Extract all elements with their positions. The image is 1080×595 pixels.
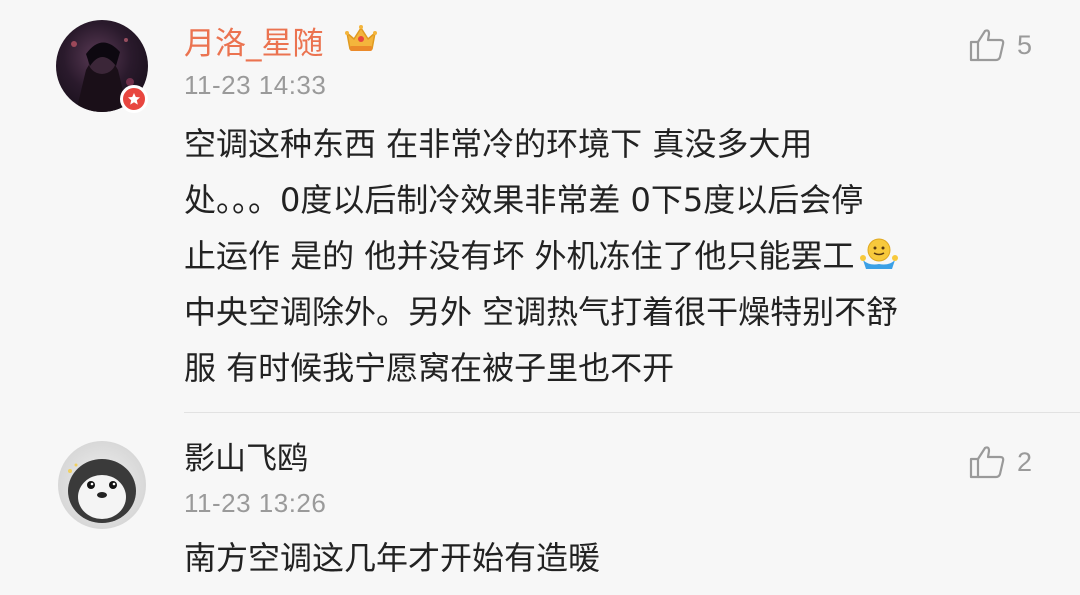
comment-text: 南方空调这几年才开始有造暖 (184, 530, 1014, 586)
comment-text-line: 服 有时候我宁愿窝在被子里也不开 (184, 349, 675, 387)
like-button[interactable]: 5 (969, 28, 1032, 62)
crown-vip-icon (345, 25, 377, 51)
penguin-avatar-image (68, 459, 136, 523)
thumbs-up-icon (969, 29, 1005, 62)
username[interactable]: 月洛_星随 (184, 24, 324, 64)
comment-text-line: 止运作 是的 他并没有坏 外机冻住了他只能罢工 (184, 228, 1014, 284)
thumbs-up-icon (969, 446, 1005, 479)
like-count: 5 (1016, 29, 1032, 60)
username[interactable]: 影山飞鸥 (184, 439, 308, 479)
comment-item: 月洛_星随 11-23 14:33 5 空调这种东西 在非常冷的环境下 真没多大… (0, 0, 1080, 412)
comment-item: 影山飞鸥 11-23 13:26 2 南方空调这几年才开始有造暖 (0, 413, 1080, 595)
comment-timestamp: 11-23 13:26 (184, 488, 327, 518)
verified-badge-icon (120, 85, 148, 113)
comment-text-line: 中央空调除外。另外 空调热气打着很干燥特别不舒 (184, 293, 899, 331)
comment-text-line: 南方空调这几年才开始有造暖 (184, 539, 601, 577)
avatar[interactable] (58, 441, 146, 529)
shrug-emoji-icon (859, 238, 898, 269)
comment-timestamp: 11-23 14:33 (184, 70, 327, 100)
like-count: 2 (1016, 446, 1032, 477)
comment-text-segment: 止运作 是的 他并没有坏 外机冻住了他只能罢工 (184, 237, 855, 275)
comment-text: 空调这种东西 在非常冷的环境下 真没多大用 处。。。0度以后制冷效果非常差 0下… (184, 116, 1014, 396)
comment-text-line: 空调这种东西 在非常冷的环境下 真没多大用 (184, 125, 813, 163)
like-button[interactable]: 2 (969, 445, 1032, 479)
comment-text-line: 处。。。0度以后制冷效果非常差 0下5度以后会停 (184, 181, 864, 219)
